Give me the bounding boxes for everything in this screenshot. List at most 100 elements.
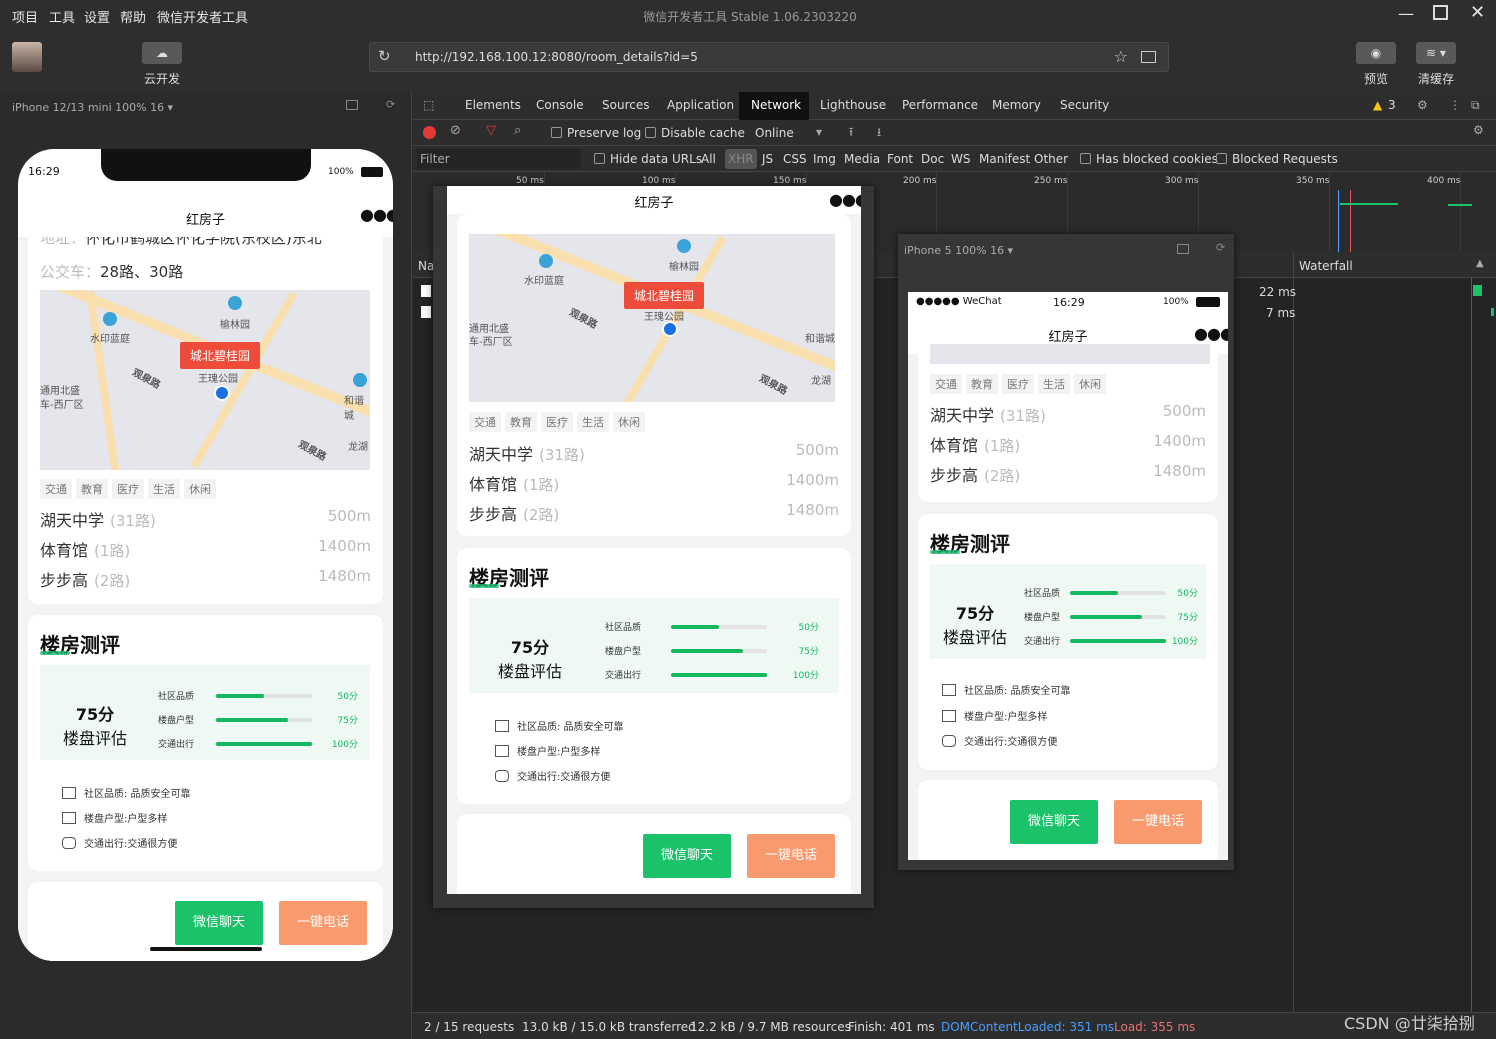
hide-data-urls-checkbox[interactable]: Hide data URLs bbox=[594, 152, 702, 166]
inspect-icon[interactable]: ⬚ bbox=[423, 98, 434, 112]
avatar[interactable] bbox=[12, 42, 42, 72]
call-button[interactable]: 一键电话 bbox=[279, 901, 367, 945]
preserve-log-checkbox[interactable]: Preserve log bbox=[551, 126, 641, 140]
page-scroll[interactable]: 地址：怀化市鹤城区怀化学院(东校区)东北 公交车：28路、30路 水印蓝庭 榆林… bbox=[18, 237, 393, 961]
type-js[interactable]: JS bbox=[762, 152, 773, 166]
minimize-icon[interactable]: — bbox=[1398, 4, 1414, 23]
url-bar[interactable]: ↻ http://192.168.100.12:8080/room_detail… bbox=[369, 42, 1169, 72]
map[interactable]: 水印蓝庭 榆林园 观泉路 观泉路 和谐城 龙湖 王瑰公园 通用北盛 车-西厂区 … bbox=[40, 290, 370, 470]
poi-item[interactable]: 步步高 (2路) 1480m bbox=[40, 567, 371, 597]
type-xhr[interactable]: XHR bbox=[725, 149, 757, 169]
close-icon[interactable]: ✕ bbox=[1470, 2, 1485, 23]
col-waterfall-header[interactable]: Waterfall bbox=[1299, 259, 1353, 273]
network-settings-icon[interactable]: ⚙ bbox=[1473, 123, 1484, 137]
search-icon[interactable]: ⌕ bbox=[514, 123, 521, 138]
menu-help[interactable]: 帮助 bbox=[120, 7, 146, 26]
refresh-icon[interactable]: ↻ bbox=[378, 47, 391, 65]
wechat-chat-button[interactable]: 微信聊天 bbox=[643, 834, 731, 878]
preview-button[interactable]: ◉ bbox=[1356, 42, 1396, 64]
call-button[interactable]: 一键电话 bbox=[1114, 800, 1202, 844]
wechat-chat-button[interactable]: 微信聊天 bbox=[175, 901, 263, 945]
tag-medical[interactable]: 医疗 bbox=[541, 412, 573, 432]
type-font[interactable]: Font bbox=[887, 152, 913, 166]
tag-medical[interactable]: 医疗 bbox=[1002, 374, 1034, 394]
filter-input[interactable]: Filter bbox=[417, 149, 581, 169]
tab-performance[interactable]: Performance bbox=[902, 98, 978, 112]
tag-traffic[interactable]: 交通 bbox=[40, 479, 72, 499]
menu-devtools[interactable]: 微信开发者工具 bbox=[157, 7, 248, 26]
type-doc[interactable]: Doc bbox=[921, 152, 944, 166]
menu-settings[interactable]: 设置 bbox=[84, 7, 110, 26]
col-name-header[interactable]: Na bbox=[418, 259, 434, 273]
star-icon[interactable]: ☆ bbox=[1114, 47, 1128, 66]
tab-memory[interactable]: Memory bbox=[992, 98, 1041, 112]
poi-item[interactable]: 步步高 (2路) 1480m bbox=[930, 462, 1206, 492]
folder-icon[interactable] bbox=[1141, 51, 1156, 63]
tab-elements[interactable]: Elements bbox=[465, 98, 521, 112]
poi-item[interactable]: 湖天中学 (31路) 500m bbox=[930, 402, 1206, 432]
tag-traffic[interactable]: 交通 bbox=[469, 412, 501, 432]
tag-life[interactable]: 生活 bbox=[1038, 374, 1070, 394]
chevron-down-icon[interactable]: ▾ bbox=[816, 125, 822, 139]
more-icon[interactable]: ●●● bbox=[829, 190, 861, 209]
upload-icon[interactable]: ⭱ bbox=[849, 123, 853, 144]
sort-up-icon[interactable]: ▲ bbox=[1476, 258, 1484, 269]
more-icon[interactable]: ●●● bbox=[360, 205, 393, 224]
tag-leisure[interactable]: 休闲 bbox=[613, 412, 645, 432]
menu-tools[interactable]: 工具 bbox=[49, 7, 75, 26]
cloud-button[interactable]: ☁ bbox=[142, 42, 182, 64]
poi-item[interactable]: 体育馆 (1路) 1400m bbox=[469, 471, 839, 501]
clear-icon[interactable]: ⊘ bbox=[450, 123, 461, 138]
menu-project[interactable]: 项目 bbox=[12, 7, 38, 26]
tag-life[interactable]: 生活 bbox=[577, 412, 609, 432]
map[interactable] bbox=[930, 344, 1210, 364]
maximize-icon[interactable] bbox=[1433, 5, 1448, 20]
record-icon[interactable] bbox=[423, 126, 436, 139]
rotate-icon[interactable]: ⟳ bbox=[1216, 241, 1225, 254]
tag-leisure[interactable]: 休闲 bbox=[1074, 374, 1106, 394]
tab-lighthouse[interactable]: Lighthouse bbox=[820, 98, 886, 112]
type-css[interactable]: CSS bbox=[783, 152, 807, 166]
tab-network[interactable]: Network bbox=[751, 98, 801, 112]
poi-item[interactable]: 湖天中学 (31路) 500m bbox=[469, 441, 839, 471]
tab-console[interactable]: Console bbox=[536, 98, 584, 112]
warning-icon[interactable]: ▲ bbox=[1373, 98, 1382, 112]
download-icon[interactable]: ⭳ bbox=[877, 123, 881, 144]
tag-traffic[interactable]: 交通 bbox=[930, 374, 962, 394]
type-img[interactable]: Img bbox=[813, 152, 836, 166]
type-ws[interactable]: WS bbox=[951, 152, 970, 166]
tag-education[interactable]: 教育 bbox=[76, 479, 108, 499]
blocked-requests-checkbox[interactable]: Blocked Requests bbox=[1216, 152, 1338, 166]
poi-item[interactable]: 体育馆 (1路) 1400m bbox=[930, 432, 1206, 462]
poi-item[interactable]: 体育馆 (1路) 1400m bbox=[40, 537, 371, 567]
tag-education[interactable]: 教育 bbox=[505, 412, 537, 432]
tab-application[interactable]: Application bbox=[667, 98, 734, 112]
filter-icon[interactable]: ▽ bbox=[486, 123, 496, 138]
map-badge[interactable]: 城北碧桂园 bbox=[624, 282, 705, 309]
tag-education[interactable]: 教育 bbox=[966, 374, 998, 394]
clear-cache-button[interactable]: ≋ ▾ bbox=[1416, 42, 1456, 64]
tab-sources[interactable]: Sources bbox=[602, 98, 649, 112]
wechat-chat-button[interactable]: 微信聊天 bbox=[1010, 800, 1098, 844]
tag-life[interactable]: 生活 bbox=[148, 479, 180, 499]
poi-item[interactable]: 步步高 (2路) 1480m bbox=[469, 501, 839, 531]
iphone5-device-select[interactable]: iPhone 5 100% 16 ▾ bbox=[904, 244, 1013, 257]
poi-item[interactable]: 湖天中学 (31路) 500m bbox=[40, 507, 371, 537]
throttle-select[interactable]: Online bbox=[755, 126, 794, 140]
settings-gear-icon[interactable]: ⚙ bbox=[1417, 98, 1428, 112]
type-manifest[interactable]: Manifest bbox=[979, 152, 1030, 166]
tag-leisure[interactable]: 休闲 bbox=[184, 479, 216, 499]
popout-icon[interactable] bbox=[1177, 244, 1189, 254]
rotate-icon[interactable]: ⟳ bbox=[386, 98, 395, 111]
type-all[interactable]: All bbox=[701, 152, 716, 166]
map-badge[interactable]: 城北碧桂园 bbox=[180, 342, 261, 369]
tab-security[interactable]: Security bbox=[1060, 98, 1109, 112]
device-select[interactable]: iPhone 12/13 mini 100% 16 ▾ bbox=[12, 101, 173, 114]
call-button[interactable]: 一键电话 bbox=[747, 834, 835, 878]
popout-icon[interactable] bbox=[346, 100, 358, 110]
type-media[interactable]: Media bbox=[844, 152, 880, 166]
type-other[interactable]: Other bbox=[1034, 152, 1068, 166]
more-icon[interactable]: ●●● bbox=[1194, 324, 1228, 343]
dock-icon[interactable]: ⧉ bbox=[1471, 98, 1480, 113]
disable-cache-checkbox[interactable]: Disable cache bbox=[645, 126, 745, 140]
